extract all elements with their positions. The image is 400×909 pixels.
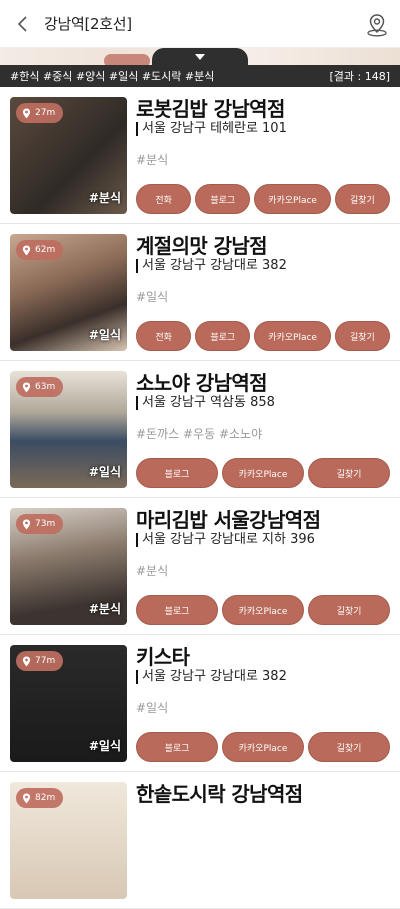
card-action-button[interactable]: 전화 <box>136 184 192 214</box>
back-button[interactable] <box>0 0 44 48</box>
restaurant-tags: #일식 <box>136 290 169 304</box>
app-header: 강남역[2호선] <box>0 0 400 48</box>
result-count: [결과 : 148] <box>329 70 390 83</box>
category-label: #일식 <box>88 739 121 753</box>
card-action-button[interactable]: 카카오Place <box>254 321 331 351</box>
restaurant-tags: #분식 <box>136 153 169 167</box>
category-label: #분식 <box>88 191 121 205</box>
restaurant-photo[interactable]: 63m #일식 <box>10 371 127 488</box>
card-action-button[interactable]: 블로그 <box>195 321 251 351</box>
restaurant-name[interactable]: 계절의맛 강남점 <box>136 230 268 259</box>
restaurant-card[interactable]: 63m #일식 소노야 강남역점 서울 강남구 역삼동 858 #돈까스 #우동… <box>0 361 400 498</box>
filter-bar: #한식 #중식 #양식 #일식 #도시락 #분식 [결과 : 148] <box>0 65 400 87</box>
card-action-button[interactable]: 길찾기 <box>308 458 390 488</box>
restaurant-card[interactable]: 73m #분식 마리김밥 서울강남역점 서울 강남구 강남대로 지하 396 #… <box>0 498 400 635</box>
card-action-button[interactable]: 블로그 <box>136 732 218 762</box>
card-action-button[interactable]: 전화 <box>136 321 192 351</box>
location-pin-icon <box>22 108 31 118</box>
restaurant-card[interactable]: 82m 한솥도시락 강남역점 <box>0 772 400 909</box>
distance-badge: 62m <box>16 240 64 260</box>
restaurant-tags: #분식 <box>136 564 169 578</box>
card-action-button[interactable]: 카카오Place <box>222 732 304 762</box>
category-label: #일식 <box>88 465 121 479</box>
chevron-left-icon <box>17 15 27 32</box>
card-actions: 블로그 카카오Place 길찾기 <box>136 458 390 488</box>
distance-text: 77m <box>35 656 56 666</box>
restaurant-name[interactable]: 소노야 강남역점 <box>136 367 268 396</box>
category-filter[interactable]: #한식 #중식 #양식 #일식 #도시락 #분식 <box>10 68 214 84</box>
restaurant-card[interactable]: 77m #일식 키스타 서울 강남구 강남대로 382 #일식 블로그 카카오Pl… <box>0 635 400 772</box>
restaurant-photo[interactable]: 77m #일식 <box>10 645 127 762</box>
card-actions: 블로그 카카오Place 길찾기 <box>136 732 390 762</box>
restaurant-name[interactable]: 로봇김밥 강남역점 <box>136 93 285 122</box>
restaurant-card[interactable]: 62m #일식 계절의맛 강남점 서울 강남구 강남대로 382 #일식 전화 블… <box>0 224 400 361</box>
restaurant-name[interactable]: 한솥도시락 강남역점 <box>136 778 303 807</box>
restaurant-photo[interactable]: 62m #일식 <box>10 234 127 351</box>
distance-text: 62m <box>35 245 56 255</box>
card-action-button[interactable]: 길찾기 <box>308 732 390 762</box>
distance-badge: 73m <box>16 514 64 534</box>
restaurant-address: 서울 강남구 강남대로 지하 396 <box>136 533 315 547</box>
restaurant-card[interactable]: 27m #분식 로봇김밥 강남역점 서울 강남구 테헤란로 101 #분식 전화… <box>0 87 400 224</box>
restaurant-tags: #돈까스 #우동 #소노야 <box>136 427 263 441</box>
card-action-button[interactable]: 카카오Place <box>222 458 304 488</box>
restaurant-address: 서울 강남구 테헤란로 101 <box>136 122 287 136</box>
page-title: 강남역[2호선] <box>44 15 132 33</box>
restaurant-name[interactable]: 키스타 <box>136 641 190 670</box>
card-actions: 전화 블로그 카카오Place 길찾기 <box>136 184 391 214</box>
restaurant-list: 27m #분식 로봇김밥 강남역점 서울 강남구 테헤란로 101 #분식 전화… <box>0 87 400 909</box>
distance-badge: 63m <box>16 377 64 397</box>
card-action-button[interactable]: 카카오Place <box>254 184 331 214</box>
card-action-button[interactable]: 블로그 <box>136 458 218 488</box>
map-pin-icon <box>367 14 387 37</box>
distance-text: 73m <box>35 519 56 529</box>
location-pin-icon <box>22 382 31 392</box>
card-action-button[interactable]: 블로그 <box>195 184 251 214</box>
card-action-button[interactable]: 길찾기 <box>334 321 391 351</box>
restaurant-photo[interactable]: 73m #분식 <box>10 508 127 625</box>
location-pin-icon <box>22 245 31 255</box>
distance-text: 63m <box>35 382 56 392</box>
category-label: #일식 <box>88 328 121 342</box>
restaurant-tags: #일식 <box>136 701 169 715</box>
restaurant-address: 서울 강남구 강남대로 382 <box>136 670 287 684</box>
caret-down-icon <box>195 53 205 60</box>
distance-badge: 77m <box>16 651 64 671</box>
distance-badge: 82m <box>16 788 64 808</box>
map-button[interactable] <box>364 12 390 38</box>
distance-text: 27m <box>35 108 56 118</box>
category-label: #분식 <box>88 602 121 616</box>
distance-badge: 27m <box>16 103 64 123</box>
restaurant-address: 서울 강남구 강남대로 382 <box>136 259 287 273</box>
distance-text: 82m <box>35 793 56 803</box>
card-actions: 전화 블로그 카카오Place 길찾기 <box>136 321 391 351</box>
map-toggle-handle[interactable] <box>152 48 248 65</box>
restaurant-photo[interactable]: 27m #분식 <box>10 97 127 214</box>
restaurant-name[interactable]: 마리김밥 서울강남역점 <box>136 504 321 533</box>
location-pin-icon <box>22 519 31 529</box>
card-action-button[interactable]: 길찾기 <box>334 184 391 214</box>
card-action-button[interactable]: 길찾기 <box>308 595 390 625</box>
card-actions: 블로그 카카오Place 길찾기 <box>136 595 390 625</box>
location-pin-icon <box>22 656 31 666</box>
card-action-button[interactable]: 블로그 <box>136 595 218 625</box>
restaurant-address: 서울 강남구 역삼동 858 <box>136 396 275 410</box>
location-pin-icon <box>22 793 31 803</box>
card-action-button[interactable]: 카카오Place <box>222 595 304 625</box>
